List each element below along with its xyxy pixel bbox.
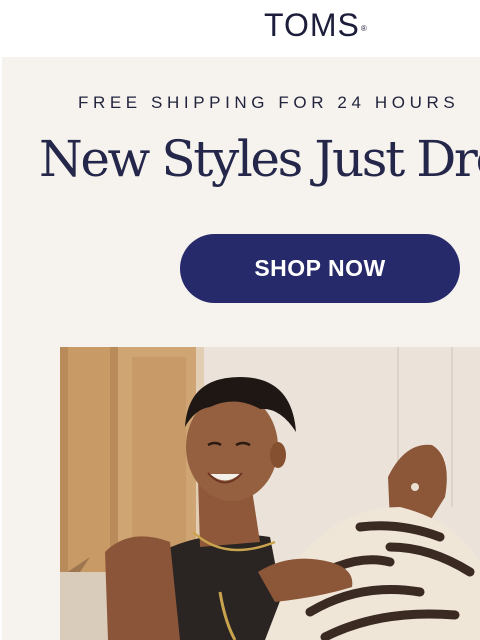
site-header: TOMS® (0, 0, 480, 57)
brand-name: TOMS (264, 7, 360, 43)
free-shipping-text: FREE SHIPPING FOR 24 HOURS (78, 93, 460, 112)
hero-photo[interactable] (60, 347, 480, 640)
shop-now-button[interactable]: SHOP NOW (180, 234, 460, 303)
hero-photo-illustration (60, 347, 480, 640)
promo-panel: FREE SHIPPING FOR 24 HOURS New Styles Ju… (2, 57, 480, 640)
toms-logo[interactable]: TOMS® (264, 7, 368, 43)
headline: New Styles Just Dropped (39, 130, 480, 188)
trademark-mark: ® (360, 24, 368, 33)
